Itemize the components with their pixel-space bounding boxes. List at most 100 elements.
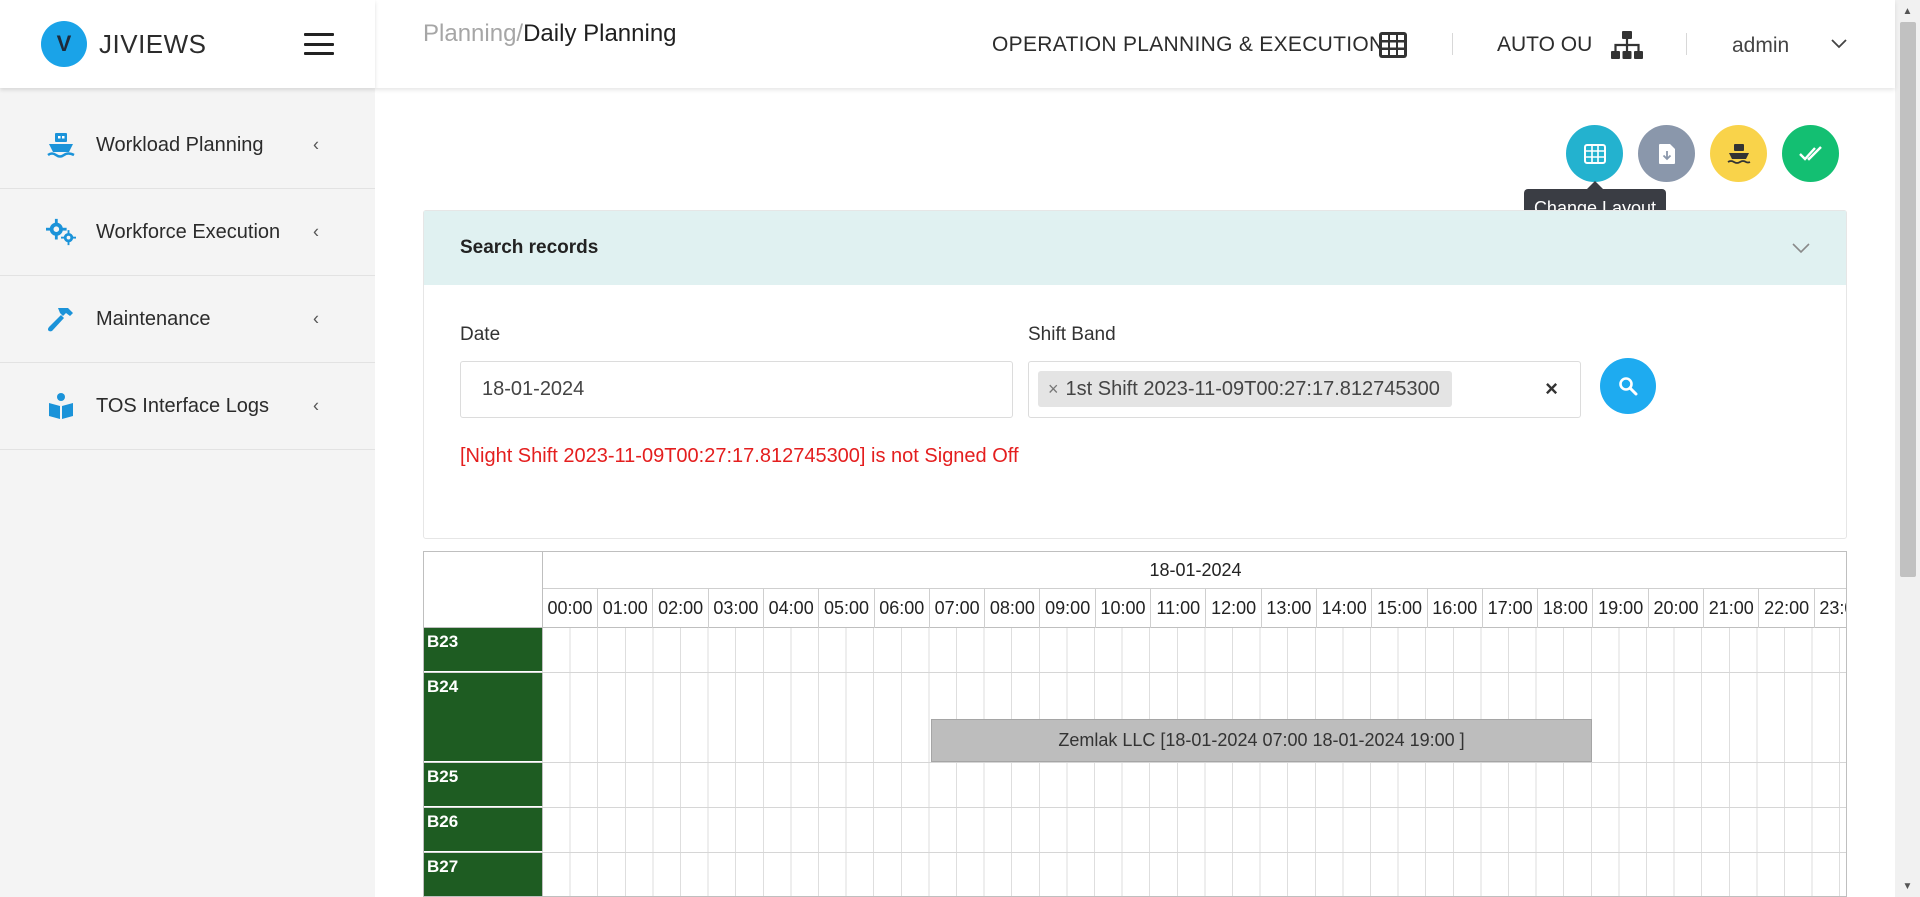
gantt-date-header: 18-01-2024 [543,552,1846,589]
double-check-icon [1798,145,1822,161]
gantt-hour-label: 18:00 [1538,589,1594,628]
gantt-row-grid[interactable] [543,628,1846,672]
card-title: Search records [460,237,599,258]
breadcrumb: Planning/Daily Planning [423,20,677,48]
gantt-hour-label: 02:00 [654,589,709,628]
sidebar-item-workforce-execution[interactable]: Workforce Execution ‹ [0,189,375,276]
sidebar-item-label: TOS Interface Logs [96,394,270,417]
org-chart-icon[interactable] [1611,31,1643,64]
scroll-down-icon[interactable]: ▼ [1895,875,1920,897]
breadcrumb-parent[interactable]: Planning [423,20,516,47]
table-icon [1583,143,1606,164]
sidebar-item-tos-interface-logs[interactable]: TOS Interface Logs ‹ [0,363,375,450]
gantt-hour-label: 12:00 [1207,589,1262,628]
gears-icon [46,217,76,247]
gantt-hour-label: 15:00 [1373,589,1428,628]
gantt-row: B27 [424,853,1846,896]
gantt-hour-label: 10:00 [1096,589,1151,628]
org-unit-name[interactable]: AUTO OU [1497,33,1592,57]
gantt-row: B24 Zemlak LLC [18-01-2024 07:00 18-01-20… [424,673,1846,763]
gantt-hour-label: 22:00 [1760,589,1815,628]
brand-bar: V JIVIEWS [0,0,375,88]
date-value: 18-01-2024 [482,378,585,400]
search-records-card: Search records Date 18-01-2024 Shift Ban… [423,210,1847,539]
page-title: Daily Planning [523,20,677,47]
ship-icon [1727,143,1750,164]
gantt-hour-label: 17:00 [1483,589,1539,628]
gantt-hour-label: 08:00 [985,589,1041,628]
gantt-hour-label: 14:00 [1317,589,1373,628]
gantt-row: B23 [424,628,1846,673]
gantt-row-grid[interactable] [543,853,1846,896]
gantt-resource-label: B27 [424,853,543,896]
sidebar-item-maintenance[interactable]: Maintenance ‹ [0,276,375,363]
gantt-corner [424,552,543,628]
gantt-hour-label: 09:00 [1041,589,1096,628]
header-divider [1452,33,1453,55]
scroll-up-icon[interactable]: ▲ [1895,0,1920,22]
sign-off-button[interactable] [1782,125,1839,182]
gantt-hour-label: 19:00 [1594,589,1649,628]
gantt-hours-header: 00:00 01:00 02:00 03:00 04:00 05:00 06:00 07:00… [543,589,1846,628]
brand-logo[interactable]: V [41,21,87,67]
shift-chip: × 1st Shift 2023-11-09T00:27:17.81274530… [1038,371,1452,407]
top-header: Planning/Daily Planning OPERATION PLANNI… [375,0,1895,88]
date-input[interactable]: 18-01-2024 [460,361,1013,418]
gantt-hour-label: 03:00 [709,589,764,628]
chip-remove-icon[interactable]: × [1048,379,1059,400]
box-person-icon [46,391,76,421]
date-label: Date [460,324,501,345]
change-layout-button[interactable] [1566,125,1623,182]
sidebar-item-workload-planning[interactable]: Workload Planning ‹ [0,102,375,189]
chevron-left-icon: ‹ [313,308,319,329]
gantt-hour-label: 21:00 [1704,589,1760,628]
gantt-hour-label: 23:00 [1815,589,1846,628]
gantt-row: B26 [424,808,1846,853]
gantt-chart: 18-01-2024 00:00 01:00 02:00 03:00 04:00 05:0… [423,551,1847,897]
chevron-down-icon[interactable] [1831,36,1847,54]
page-scrollbar[interactable]: ▲ ▼ [1895,0,1920,897]
sidebar-item-label: Workload Planning [96,133,264,156]
gantt-resource-label: B26 [424,808,543,852]
clear-selection-icon[interactable]: × [1545,376,1558,402]
chevron-down-icon[interactable] [1792,241,1810,259]
gantt-hour-label: 13:00 [1262,589,1317,628]
gantt-hour-label: 20:00 [1649,589,1704,628]
module-name[interactable]: OPERATION PLANNING & EXECUTION [992,33,1385,57]
gantt-task-bar[interactable]: Zemlak LLC [18-01-2024 07:00 18-01-2024 … [931,719,1592,762]
sidebar-nav: Workload Planning ‹ Workforce Execution … [0,102,375,450]
gantt-resource-label: B24 [424,673,543,762]
gantt-hour-label: 04:00 [764,589,820,628]
gantt-hour-label: 00:00 [543,589,598,628]
brand-name: JIVIEWS [99,28,207,59]
search-records-header[interactable]: Search records [424,211,1846,285]
file-download-icon [1658,143,1675,164]
user-menu[interactable]: admin [1732,34,1789,58]
gantt-resource-label: B23 [424,628,543,672]
ship-icon [46,130,76,160]
gantt-resource-label: B25 [424,763,543,807]
sidebar-item-label: Workforce Execution [96,220,281,243]
gantt-hour-label: 07:00 [930,589,986,628]
search-icon [1619,377,1638,396]
main-content: Change Layout Search records Date 18-01-… [375,88,1895,897]
hamburger-menu-icon[interactable] [304,33,334,55]
gantt-hour-label: 05:00 [820,589,875,628]
grid-icon[interactable] [1379,32,1407,63]
chevron-left-icon: ‹ [313,134,319,155]
vessel-button[interactable] [1710,125,1767,182]
scroll-thumb[interactable] [1900,22,1916,577]
shift-band-select[interactable]: × 1st Shift 2023-11-09T00:27:17.81274530… [1028,361,1581,418]
gantt-hour-label: 01:00 [598,589,654,628]
shift-band-label: Shift Band [1028,324,1116,345]
gantt-row-grid[interactable] [543,763,1846,807]
hammer-icon [46,304,76,334]
header-divider [1686,33,1687,55]
gantt-row-grid[interactable] [543,808,1846,852]
brand-logo-letter: V [56,31,72,56]
gantt-row: B25 [424,763,1846,808]
sidebar: V JIVIEWS Workload Planning ‹ Workforce … [0,0,375,897]
search-button[interactable] [1600,358,1656,414]
chevron-left-icon: ‹ [313,221,319,242]
export-file-button[interactable] [1638,125,1695,182]
